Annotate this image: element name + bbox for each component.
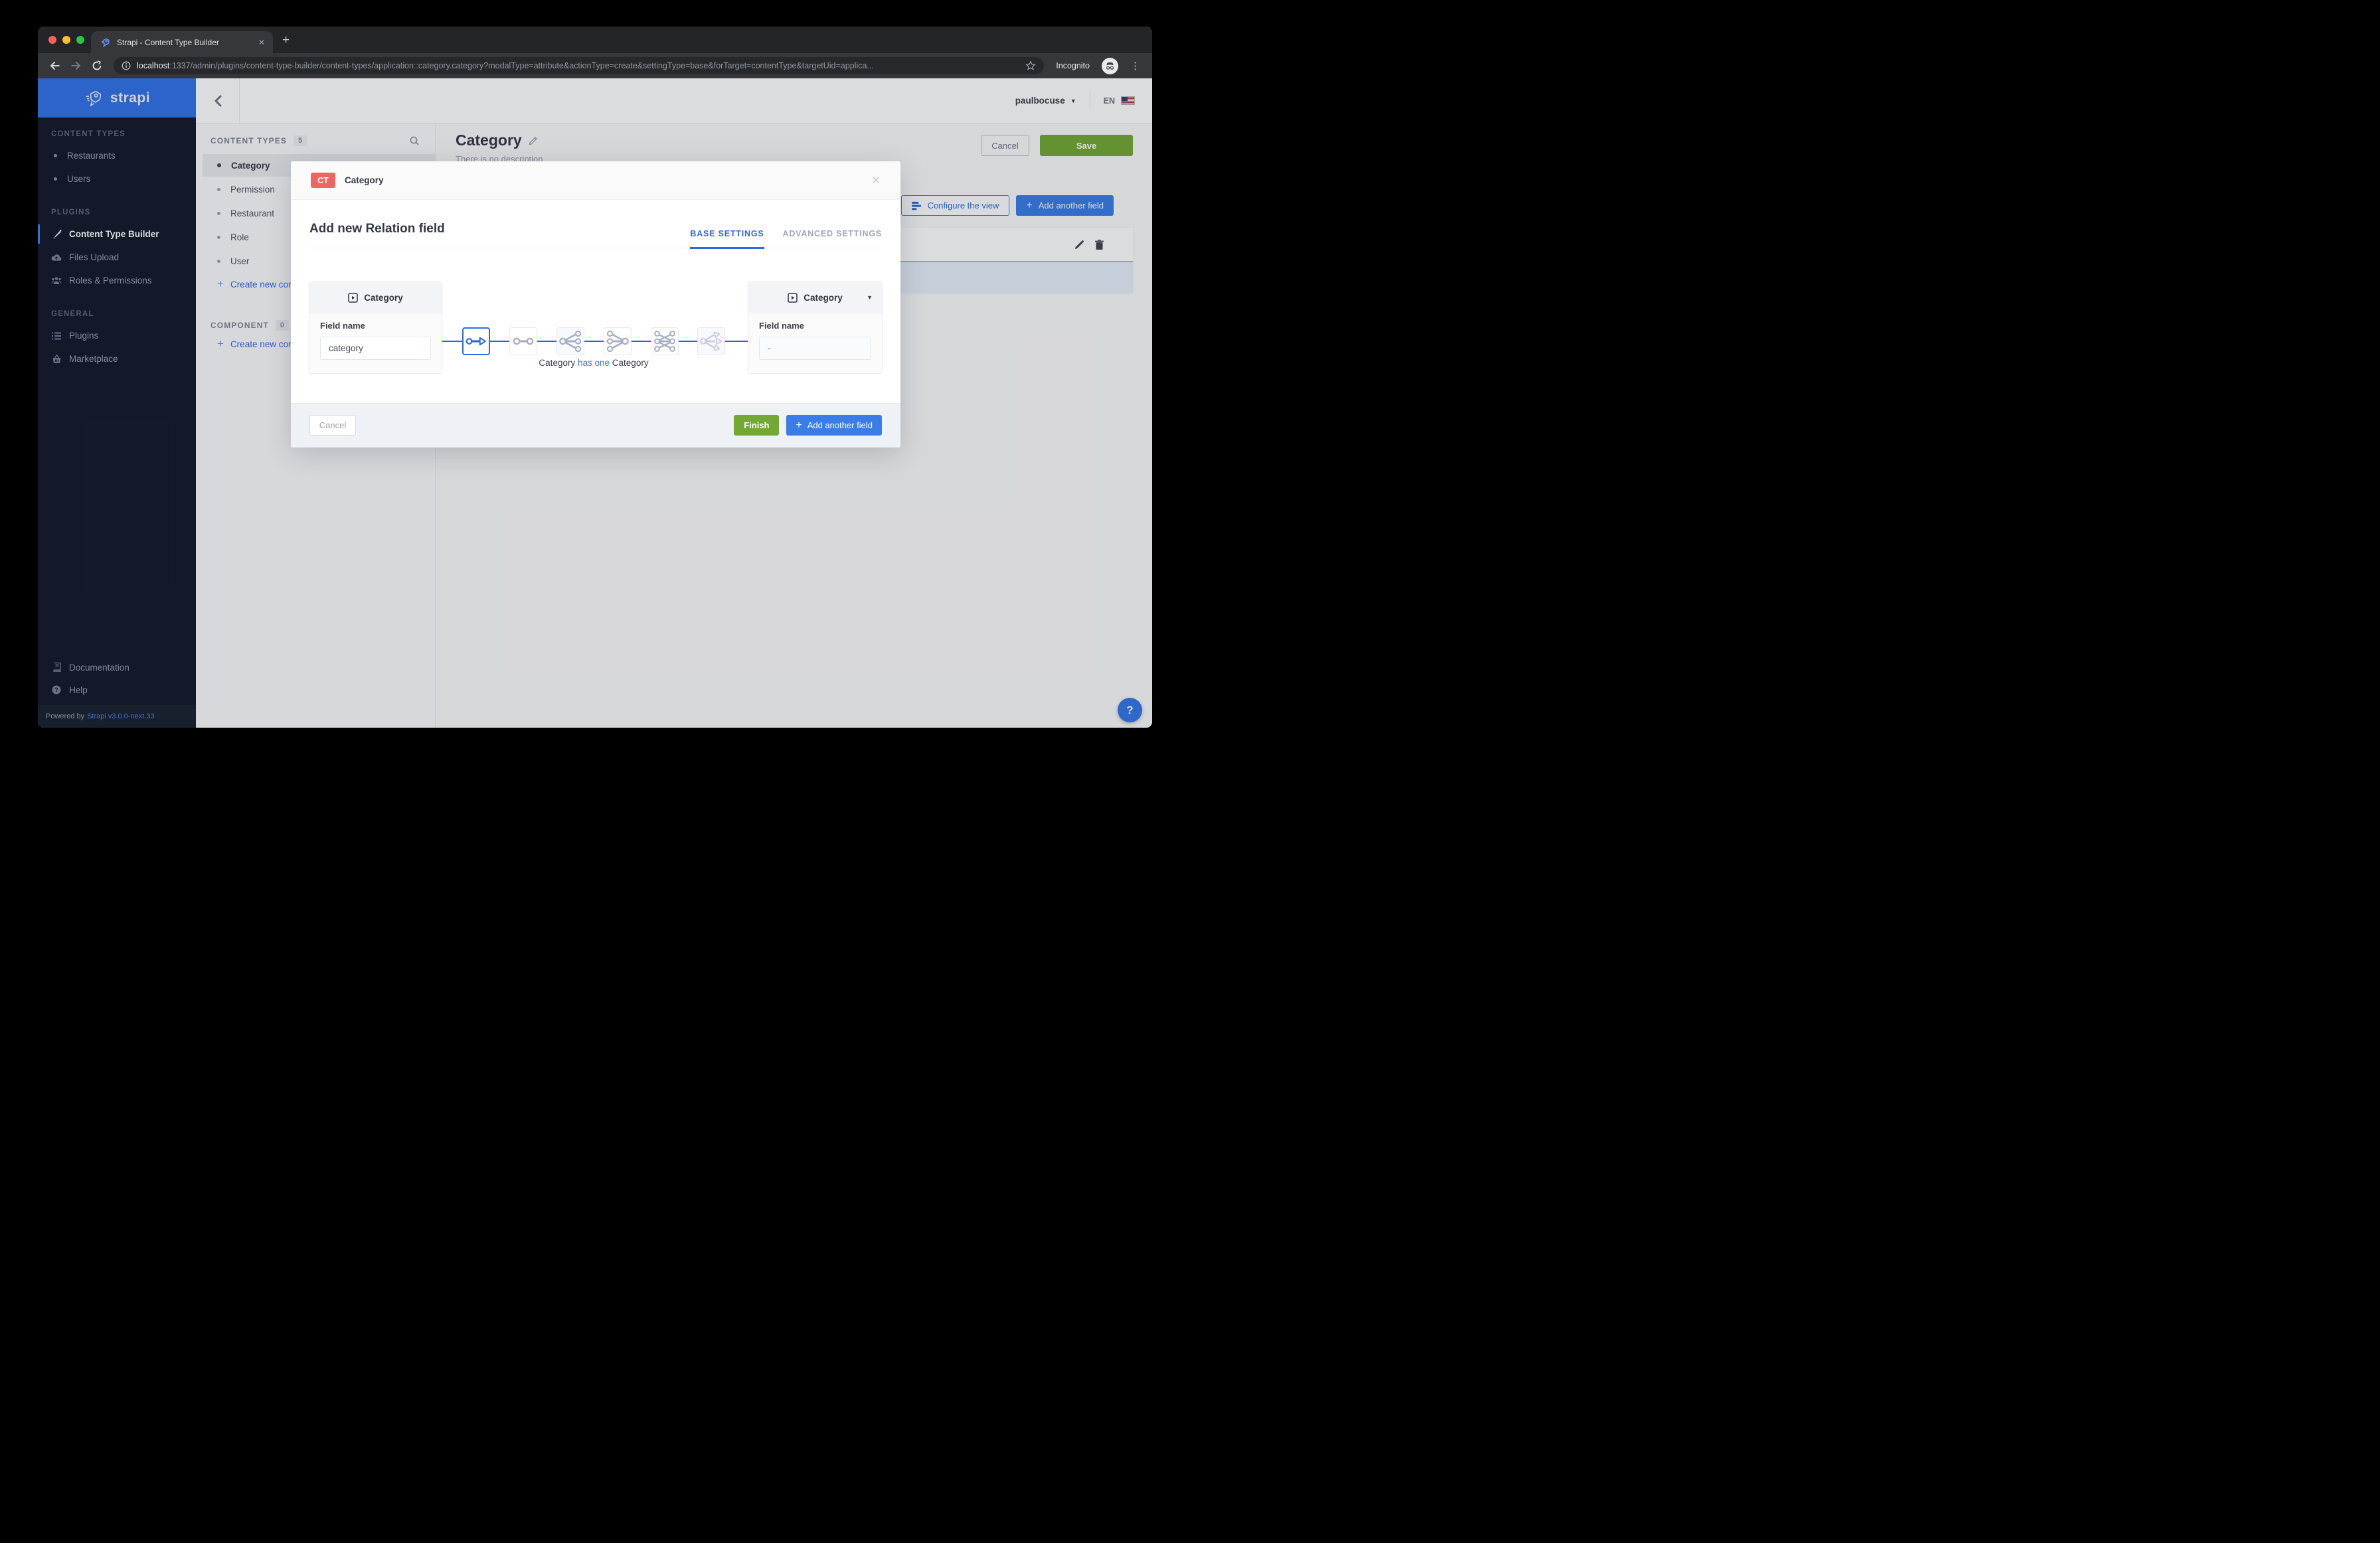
strapi-favicon-icon bbox=[100, 37, 111, 48]
source-card: Category Field name bbox=[309, 282, 442, 374]
content-type-badge: CT bbox=[311, 173, 335, 188]
modal-cancel-button[interactable]: Cancel bbox=[309, 415, 356, 436]
tab-advanced-settings[interactable]: ADVANCED SETTINGS bbox=[783, 229, 883, 248]
target-field-name-input bbox=[759, 337, 871, 360]
zoom-window-button[interactable] bbox=[76, 36, 84, 44]
url-text: localhost:1337/admin/plugins/content-typ… bbox=[137, 61, 1025, 70]
finish-button[interactable]: Finish bbox=[734, 415, 779, 436]
relation-one-to-many-button[interactable] bbox=[604, 327, 632, 355]
browser-toolbar: localhost:1337/admin/plugins/content-typ… bbox=[38, 53, 1152, 78]
tab-base-settings[interactable]: BASE SETTINGS bbox=[690, 229, 764, 248]
source-field-name-label: Field name bbox=[320, 321, 431, 331]
target-field-name-label: Field name bbox=[759, 321, 871, 331]
modal-title: Add new Relation field bbox=[309, 222, 445, 248]
bookmark-star-icon[interactable] bbox=[1025, 60, 1036, 71]
address-bar[interactable]: localhost:1337/admin/plugins/content-typ… bbox=[114, 57, 1044, 74]
tab-title: Strapi - Content Type Builder bbox=[117, 38, 258, 47]
browser-window: Strapi - Content Type Builder ✕ + localh… bbox=[38, 27, 1152, 728]
relation-many-ways-button[interactable] bbox=[697, 327, 725, 355]
modal-footer: Cancel Finish + Add another field bbox=[291, 403, 900, 447]
content-type-icon bbox=[348, 293, 358, 303]
source-card-title: Category bbox=[364, 293, 403, 303]
browser-menu-icon[interactable]: ⋮ bbox=[1130, 60, 1140, 72]
browser-tabstrip: Strapi - Content Type Builder ✕ + bbox=[38, 27, 1152, 53]
relation-one-way-button[interactable] bbox=[462, 327, 490, 355]
target-card: Category ▼ Field name bbox=[748, 282, 883, 374]
close-window-button[interactable] bbox=[48, 36, 56, 44]
content-type-icon bbox=[788, 293, 798, 303]
add-relation-modal: CT Category ✕ Add new Relation field BAS… bbox=[291, 161, 900, 447]
modal-add-another-field-button[interactable]: + Add another field bbox=[786, 415, 882, 436]
modal-content-type-name: Category bbox=[345, 175, 384, 185]
new-tab-button[interactable]: + bbox=[282, 33, 290, 48]
relation-many-to-many-button[interactable] bbox=[651, 327, 679, 355]
incognito-icon bbox=[1102, 58, 1118, 74]
relation-one-to-one-button[interactable] bbox=[509, 327, 537, 355]
back-icon[interactable] bbox=[46, 57, 63, 74]
modal-body: Add new Relation field BASE SETTINGS ADV… bbox=[291, 200, 900, 403]
target-card-title: Category bbox=[804, 293, 843, 303]
close-modal-icon[interactable]: ✕ bbox=[871, 174, 881, 187]
site-info-icon[interactable] bbox=[122, 61, 131, 70]
relation-caption: Category has one Category bbox=[539, 358, 648, 368]
modal-header: CT Category ✕ bbox=[291, 161, 900, 200]
modal-tabs: BASE SETTINGS ADVANCED SETTINGS bbox=[690, 229, 882, 248]
relation-nature-label[interactable]: has one bbox=[578, 358, 610, 368]
strapi-admin-page: strapi CONTENT TYPES Restaurants Users P… bbox=[38, 78, 1152, 728]
source-field-name-input[interactable] bbox=[320, 337, 431, 360]
window-controls[interactable] bbox=[48, 36, 84, 44]
plus-icon: + bbox=[796, 420, 802, 432]
reload-icon[interactable] bbox=[88, 57, 106, 74]
relation-many-to-one-button[interactable] bbox=[556, 327, 584, 355]
relation-builder: Category Field name bbox=[291, 282, 900, 374]
incognito-label: Incognito bbox=[1056, 61, 1090, 70]
forward-icon[interactable] bbox=[67, 57, 84, 74]
minimize-window-button[interactable] bbox=[62, 36, 70, 44]
tab-close-icon[interactable]: ✕ bbox=[258, 38, 265, 47]
browser-tab[interactable]: Strapi - Content Type Builder ✕ bbox=[91, 31, 273, 53]
target-dropdown-caret-icon[interactable]: ▼ bbox=[867, 294, 873, 301]
